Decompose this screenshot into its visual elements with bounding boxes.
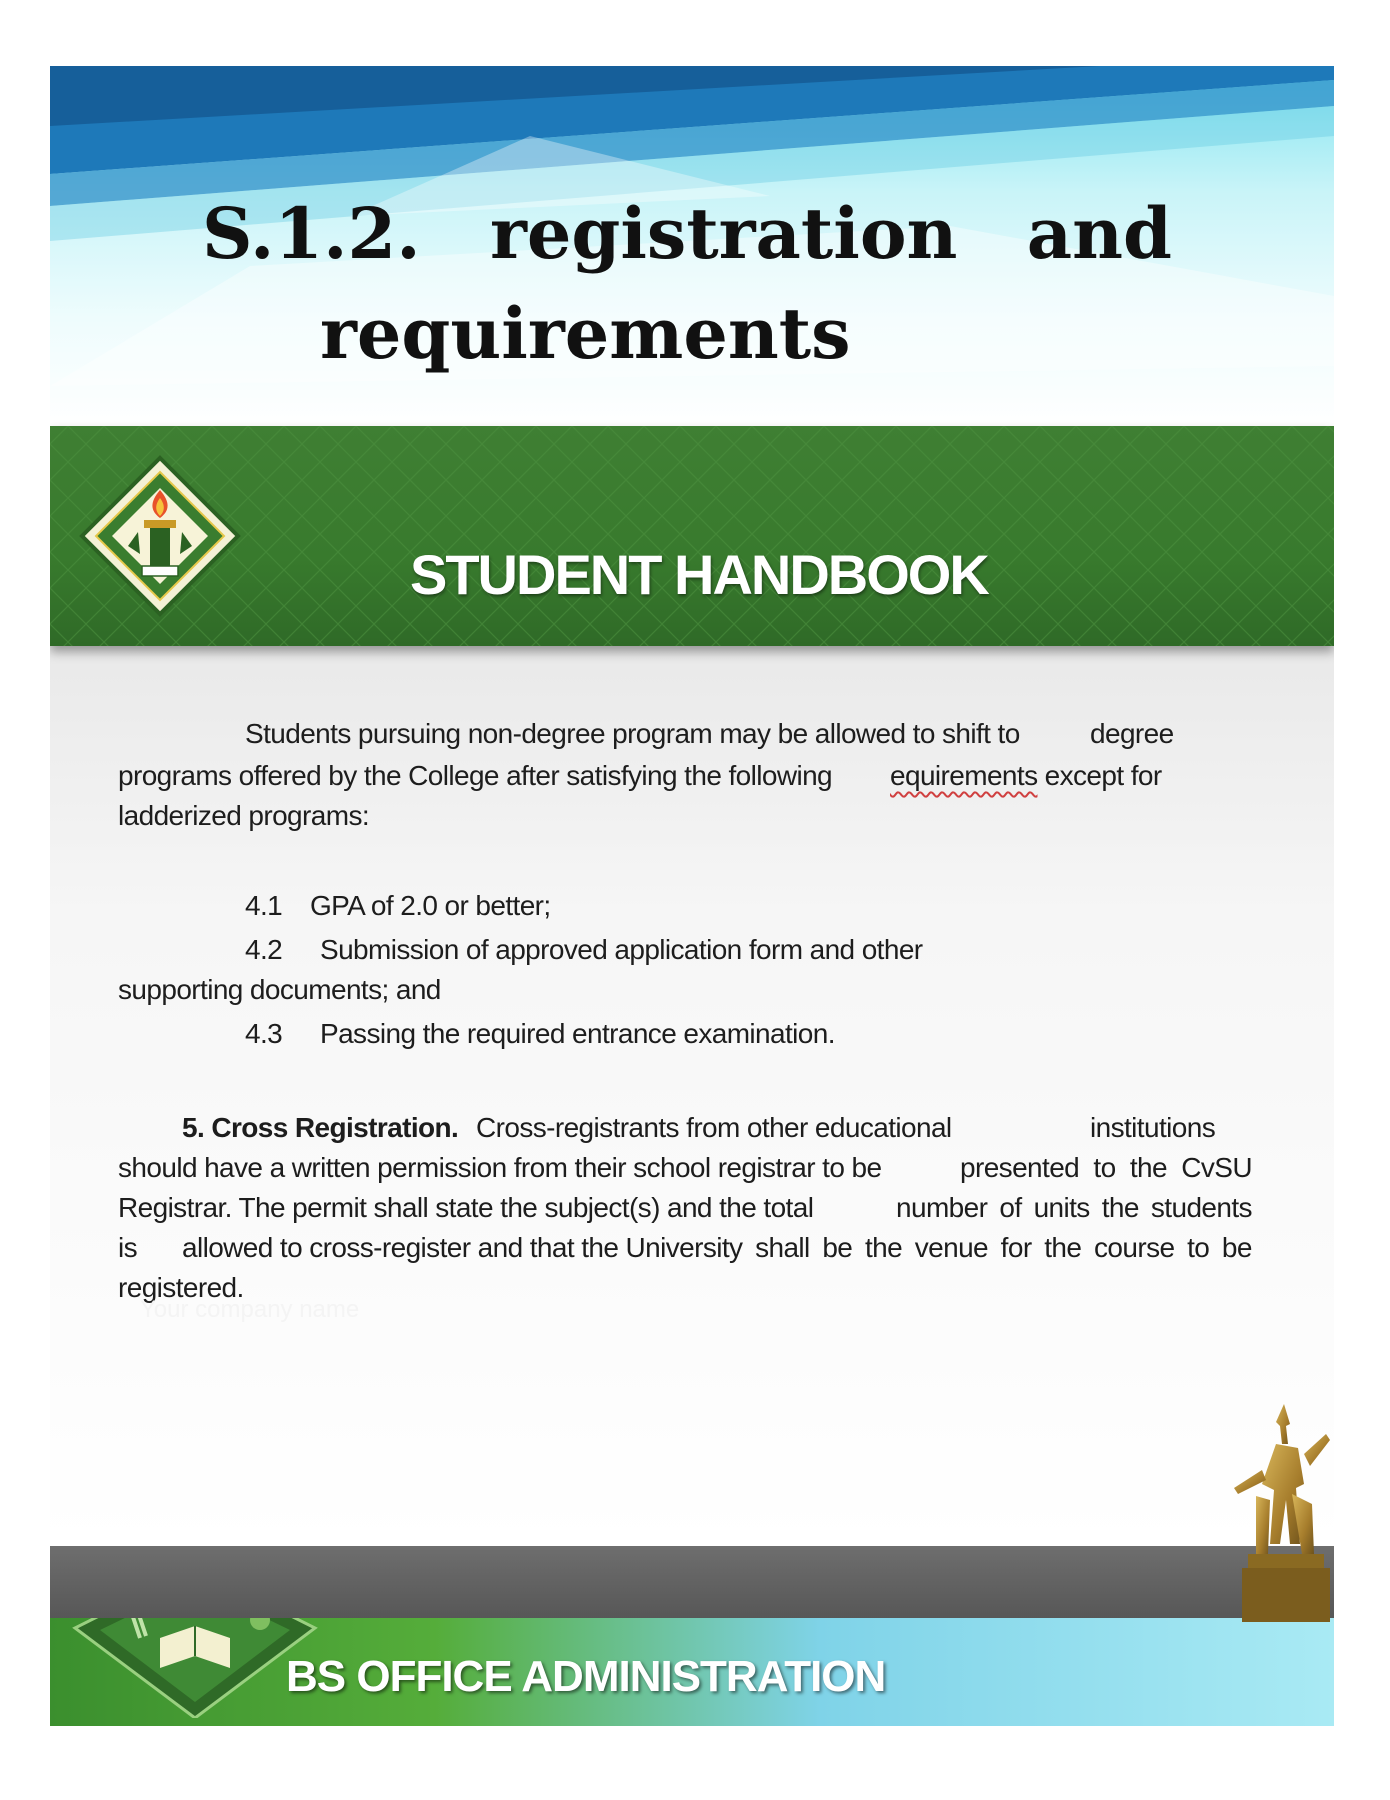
footer-seal-icon bbox=[72, 1618, 318, 1718]
gray-strip bbox=[50, 1546, 1334, 1618]
intro-text: programs offered by the College after sa… bbox=[118, 760, 833, 791]
list-item-number: 4.1 bbox=[245, 890, 283, 921]
intro-text: except for bbox=[1037, 760, 1163, 791]
list-item-text: Passing the required entrance examinatio… bbox=[320, 1018, 836, 1049]
cross-registration-text: presented to the CvSU bbox=[960, 1152, 1253, 1183]
program-title: BS OFFICE ADMINISTRATION bbox=[286, 1652, 886, 1701]
slide: S.1.2. registration and requirements STU… bbox=[50, 66, 1334, 1726]
list-item-text: Submission of approved application form … bbox=[320, 934, 923, 965]
header-pattern bbox=[50, 426, 1334, 646]
cross-registration-text: Registrar. The permit shall state the su… bbox=[118, 1192, 814, 1223]
cross-registration-text: allowed to cross-register and that the U… bbox=[182, 1232, 1252, 1263]
slide-title: S.1.2. registration and requirements bbox=[50, 184, 1334, 384]
university-seal-icon bbox=[79, 455, 241, 617]
title-band: S.1.2. registration and requirements bbox=[50, 66, 1334, 426]
title-word: S.1.2. bbox=[202, 192, 421, 275]
list-item-text: supporting documents; and bbox=[118, 974, 441, 1005]
cross-registration-text: institutions bbox=[1090, 1112, 1216, 1143]
monument-statue-icon bbox=[1234, 1404, 1330, 1622]
cross-registration-heading: 5. Cross Registration. bbox=[182, 1112, 459, 1143]
handbook-body: Students pursuing non-degree program may… bbox=[50, 646, 1334, 1546]
intro-text: equirements except for bbox=[890, 756, 1162, 796]
list-item-text: GPA of 2.0 or better; bbox=[310, 890, 551, 921]
cross-registration-text: Cross-registrants from other educational bbox=[476, 1112, 952, 1143]
intro-text: ladderized programs: bbox=[118, 800, 370, 831]
cross-registration-text: number of units the students bbox=[896, 1192, 1253, 1223]
intro-text: Students pursuing non-degree program may… bbox=[245, 718, 1020, 749]
title-line-2: requirements bbox=[320, 292, 851, 375]
list-item-number: 4.2 bbox=[245, 934, 283, 965]
company-name-placeholder: Your company name bbox=[140, 1296, 360, 1323]
handbook-title: STUDENT HANDBOOK bbox=[410, 543, 990, 606]
title-word: registration bbox=[489, 192, 958, 275]
cross-registration-text: is bbox=[118, 1232, 138, 1263]
list-item-number: 4.3 bbox=[245, 1018, 283, 1049]
misspelled-word: equirements bbox=[890, 760, 1038, 791]
handbook-header: STUDENT HANDBOOK bbox=[50, 426, 1334, 646]
cross-registration-text: should have a written permission from th… bbox=[118, 1152, 882, 1183]
footer-banner: BS OFFICE ADMINISTRATION bbox=[50, 1618, 1334, 1726]
title-word: and bbox=[1026, 192, 1172, 275]
intro-text: degree bbox=[1090, 718, 1174, 749]
